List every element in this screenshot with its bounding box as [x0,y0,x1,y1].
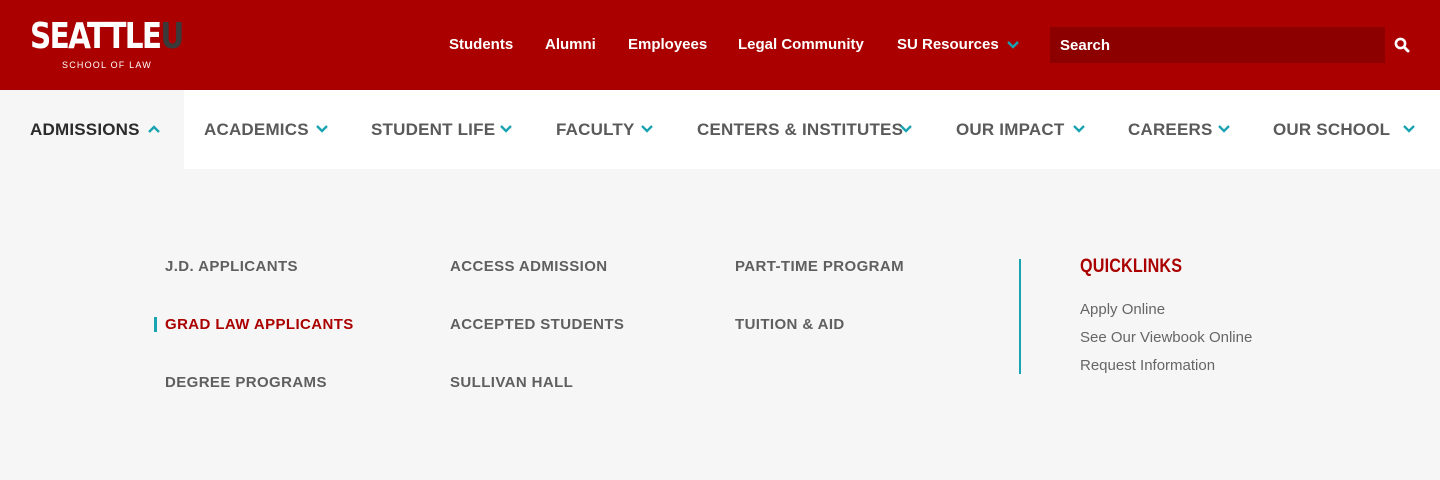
nav-label: OUR IMPACT [956,120,1065,139]
chevron-down-icon [316,125,328,133]
search-input[interactable] [1050,27,1385,63]
logo-subtitle: SCHOOL OF LAW [62,60,152,70]
nav-label: ACADEMICS [204,120,309,139]
chevron-down-icon [900,125,912,133]
nav-label: CENTERS & INSTITUTES [697,120,904,139]
menu-link-degree-programs[interactable]: DEGREE PROGRAMS [165,374,327,392]
utility-link-employees[interactable]: Employees [628,36,707,54]
quicklinks-title: QUICKLINKS [1080,256,1183,277]
chevron-down-icon[interactable] [1006,38,1020,52]
chevron-down-icon [641,125,653,133]
menu-link-part-time-program[interactable]: PART-TIME PROGRAM [735,258,904,276]
chevron-down-icon [1218,125,1230,133]
admissions-mega-menu: J.D. APPLICANTS GRAD LAW APPLICANTS DEGR… [0,169,1440,480]
current-item-marker [154,317,157,332]
quicklink-viewbook[interactable]: See Our Viewbook Online [1080,329,1252,347]
utility-link-legal-community[interactable]: Legal Community [738,36,864,54]
search-box [1050,27,1385,63]
logo-main-text: SEATTLE [30,16,162,57]
quicklinks-divider [1019,259,1021,374]
quicklink-request-information[interactable]: Request Information [1080,357,1215,375]
utility-link-su-resources[interactable]: SU Resources [897,36,999,54]
main-nav: ADMISSIONS ACADEMICS STUDENT LIFE FACULT… [0,90,1440,169]
nav-item-admissions[interactable]: ADMISSIONS [0,90,184,169]
nav-label: CAREERS [1128,120,1213,139]
logo-wordmark: SEATTLEU [30,16,184,57]
quicklink-apply-online[interactable]: Apply Online [1080,301,1165,319]
utility-link-students[interactable]: Students [449,36,513,54]
nav-item-our-school[interactable]: OUR SCHOOL [1250,90,1440,169]
logo-u-text: U [160,16,184,57]
nav-label: FACULTY [556,120,635,139]
chevron-down-icon [500,125,512,133]
top-bar: SEATTLEU SCHOOL OF LAW Students Alumni E… [0,0,1440,90]
nav-item-centers-institutes[interactable]: CENTERS & INSTITUTES [674,90,934,169]
nav-item-our-impact[interactable]: OUR IMPACT [934,90,1104,169]
menu-link-access-admission[interactable]: ACCESS ADMISSION [450,258,608,276]
search-icon[interactable] [1393,36,1411,54]
menu-link-grad-law-applicants[interactable]: GRAD LAW APPLICANTS [165,316,354,334]
menu-link-jd-applicants[interactable]: J.D. APPLICANTS [165,258,298,276]
menu-link-tuition-aid[interactable]: TUITION & AID [735,316,845,334]
nav-label: OUR SCHOOL [1273,120,1391,139]
nav-item-academics[interactable]: ACADEMICS [184,90,354,169]
chevron-down-icon [1073,125,1085,133]
nav-item-careers[interactable]: CAREERS [1104,90,1250,169]
chevron-down-icon [1403,125,1415,133]
menu-link-sullivan-hall[interactable]: SULLIVAN HALL [450,374,573,392]
utility-link-alumni[interactable]: Alumni [545,36,596,54]
seattle-u-logo[interactable]: SEATTLEU SCHOOL OF LAW [30,18,190,74]
menu-link-accepted-students[interactable]: ACCEPTED STUDENTS [450,316,624,334]
chevron-up-icon [148,125,160,133]
nav-label: STUDENT LIFE [371,120,496,139]
nav-item-faculty[interactable]: FACULTY [534,90,674,169]
nav-item-student-life[interactable]: STUDENT LIFE [354,90,534,169]
nav-label: ADMISSIONS [30,120,140,139]
